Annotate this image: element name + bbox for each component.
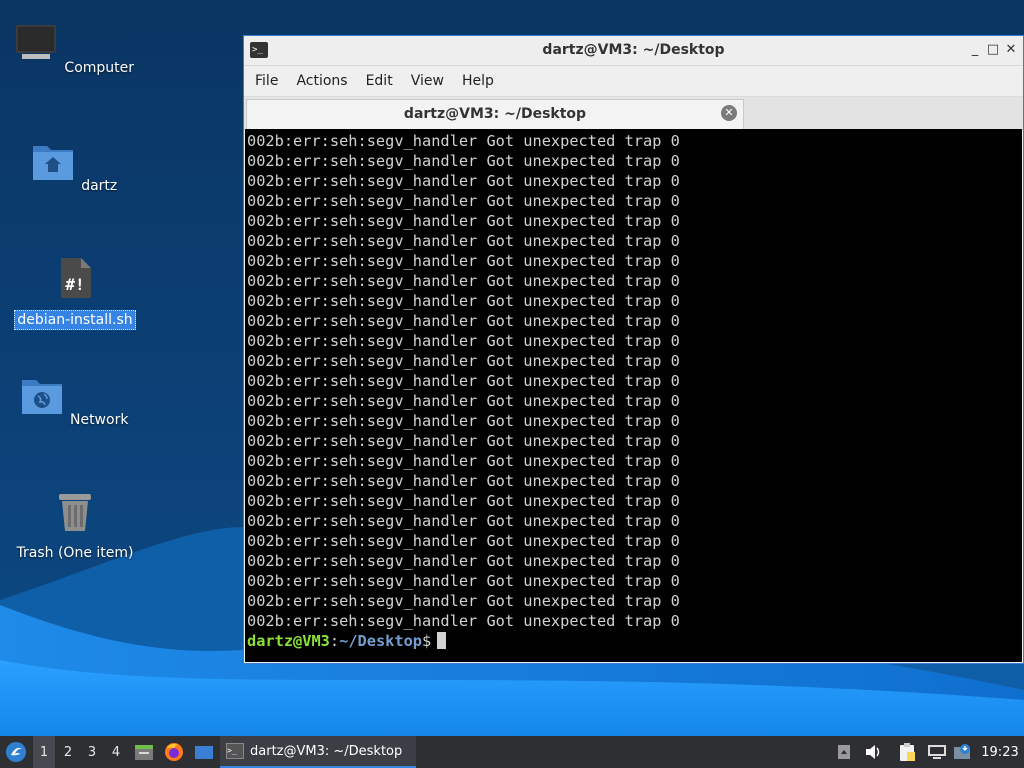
network-status-button[interactable] bbox=[926, 736, 948, 768]
clock[interactable]: 19:23 bbox=[980, 736, 1020, 768]
prompt-path: ~/Desktop bbox=[339, 632, 422, 650]
terminal-line: 002b:err:seh:segv_handler Got unexpected… bbox=[247, 172, 680, 190]
terminal-prompt[interactable]: dartz@VM3:~/Desktop$ bbox=[247, 631, 1022, 651]
clipboard-icon bbox=[900, 743, 915, 761]
terminal-line: 002b:err:seh:segv_handler Got unexpected… bbox=[247, 412, 680, 430]
menu-file[interactable]: File bbox=[246, 73, 287, 89]
workspace-2[interactable]: 2 bbox=[57, 736, 79, 768]
update-notifier-button[interactable] bbox=[952, 736, 974, 768]
tray-arrow-icon bbox=[838, 745, 850, 759]
terminal-line: 002b:err:seh:segv_handler Got unexpected… bbox=[247, 132, 680, 150]
terminal-line: 002b:err:seh:segv_handler Got unexpected… bbox=[247, 392, 680, 410]
file-manager-icon bbox=[135, 745, 153, 760]
taskbar: 1 2 3 4 >_ dartz@VM3: ~/Desktop 19:23 bbox=[0, 736, 1024, 768]
tab-close-icon[interactable]: ✕ bbox=[721, 105, 737, 121]
desktop-icon-trash[interactable]: Trash (One item) bbox=[10, 490, 140, 562]
desktop-icon-network[interactable]: Network bbox=[10, 374, 140, 429]
network-folder-icon bbox=[21, 380, 62, 414]
terminal-line: 002b:err:seh:segv_handler Got unexpected… bbox=[247, 512, 680, 530]
shell-script-icon: #! bbox=[61, 258, 91, 298]
terminal-window[interactable]: >_ dartz@VM3: ~/Desktop _ □ ✕ File Actio… bbox=[243, 35, 1024, 664]
desktop-icon-label: debian-install.sh bbox=[14, 310, 136, 330]
task-label: dartz@VM3: ~/Desktop bbox=[250, 743, 403, 759]
volume-icon bbox=[866, 745, 880, 759]
file-manager-launcher[interactable] bbox=[132, 736, 156, 768]
taskbar-task-terminal[interactable]: >_ dartz@VM3: ~/Desktop bbox=[220, 736, 416, 768]
terminal-line: 002b:err:seh:segv_handler Got unexpected… bbox=[247, 552, 680, 570]
terminal-line: 002b:err:seh:segv_handler Got unexpected… bbox=[247, 432, 680, 450]
trash-icon bbox=[59, 494, 91, 531]
desktop-icon-home-folder[interactable]: dartz bbox=[10, 140, 140, 195]
show-desktop-button[interactable] bbox=[192, 736, 216, 768]
terminal-line: 002b:err:seh:segv_handler Got unexpected… bbox=[247, 372, 680, 390]
terminal-line: 002b:err:seh:segv_handler Got unexpected… bbox=[247, 272, 680, 290]
terminal-cursor bbox=[437, 632, 447, 649]
lxqt-logo-icon bbox=[6, 742, 26, 762]
tab-terminal[interactable]: dartz@VM3: ~/Desktop ✕ bbox=[246, 99, 744, 129]
workspace-4[interactable]: 4 bbox=[105, 736, 127, 768]
terminal-line: 002b:err:seh:segv_handler Got unexpected… bbox=[247, 332, 680, 350]
terminal-line: 002b:err:seh:segv_handler Got unexpected… bbox=[247, 472, 680, 490]
minimize-button[interactable]: _ bbox=[967, 41, 983, 59]
desktop-icon-label: Network bbox=[69, 412, 129, 428]
desktop-icon bbox=[195, 746, 213, 759]
window-titlebar[interactable]: >_ dartz@VM3: ~/Desktop _ □ ✕ bbox=[244, 36, 1023, 66]
computer-icon bbox=[15, 25, 56, 59]
terminal-line: 002b:err:seh:segv_handler Got unexpected… bbox=[247, 292, 680, 310]
terminal-line: 002b:err:seh:segv_handler Got unexpected… bbox=[247, 352, 680, 370]
terminal-line: 002b:err:seh:segv_handler Got unexpected… bbox=[247, 212, 680, 230]
update-icon bbox=[954, 744, 970, 759]
desktop-icon-label: dartz bbox=[81, 178, 118, 194]
terminal-line: 002b:err:seh:segv_handler Got unexpected… bbox=[247, 612, 680, 630]
maximize-button[interactable]: □ bbox=[985, 41, 1001, 59]
terminal-line: 002b:err:seh:segv_handler Got unexpected… bbox=[247, 572, 680, 590]
terminal-line: 002b:err:seh:segv_handler Got unexpected… bbox=[247, 592, 680, 610]
menu-actions[interactable]: Actions bbox=[287, 73, 356, 89]
network-wired-icon bbox=[928, 745, 946, 759]
terminal-icon: >_ bbox=[226, 743, 244, 759]
firefox-launcher[interactable] bbox=[162, 736, 186, 768]
terminal-line: 002b:err:seh:segv_handler Got unexpected… bbox=[247, 192, 680, 210]
workspace-1[interactable]: 1 bbox=[33, 736, 55, 768]
terminal-line: 002b:err:seh:segv_handler Got unexpected… bbox=[247, 532, 680, 550]
close-button[interactable]: ✕ bbox=[1003, 41, 1019, 59]
prompt-user-host: dartz@VM3 bbox=[247, 632, 330, 650]
terminal-line: 002b:err:seh:segv_handler Got unexpected… bbox=[247, 312, 680, 330]
prompt-separator: : bbox=[329, 632, 340, 650]
tray-scroll-button[interactable] bbox=[834, 736, 854, 768]
menu-edit[interactable]: Edit bbox=[357, 73, 402, 89]
tab-label: dartz@VM3: ~/Desktop bbox=[403, 106, 587, 122]
window-title: dartz@VM3: ~/Desktop bbox=[542, 42, 725, 58]
desktop-icon-label: Trash (One item) bbox=[16, 545, 134, 561]
desktop-icon-label: Computer bbox=[64, 60, 135, 76]
menu-help[interactable]: Help bbox=[453, 73, 503, 89]
desktop-icon-computer[interactable]: Computer bbox=[10, 22, 140, 77]
workspace-3[interactable]: 3 bbox=[81, 736, 103, 768]
terminal-line: 002b:err:seh:segv_handler Got unexpected… bbox=[247, 492, 680, 510]
menubar: File Actions Edit View Help bbox=[244, 66, 1023, 97]
svg-text:#!: #! bbox=[65, 275, 84, 294]
volume-button[interactable] bbox=[862, 736, 884, 768]
desktop-icon-debian-install[interactable]: #! debian-install.sh bbox=[10, 256, 140, 330]
terminal-output[interactable]: 002b:err:seh:segv_handler Got unexpected… bbox=[245, 129, 1022, 662]
terminal-line: 002b:err:seh:segv_handler Got unexpected… bbox=[247, 252, 680, 270]
clipboard-button[interactable] bbox=[896, 736, 918, 768]
terminal-line: 002b:err:seh:segv_handler Got unexpected… bbox=[247, 152, 680, 170]
terminal-line: 002b:err:seh:segv_handler Got unexpected… bbox=[247, 452, 680, 470]
firefox-icon bbox=[165, 743, 183, 761]
menu-view[interactable]: View bbox=[402, 73, 453, 89]
app-menu-button[interactable] bbox=[2, 736, 30, 768]
home-folder-icon bbox=[32, 146, 73, 180]
terminal-line: 002b:err:seh:segv_handler Got unexpected… bbox=[247, 232, 680, 250]
prompt-symbol: $ bbox=[422, 632, 432, 650]
tab-bar: dartz@VM3: ~/Desktop ✕ bbox=[244, 97, 1023, 130]
